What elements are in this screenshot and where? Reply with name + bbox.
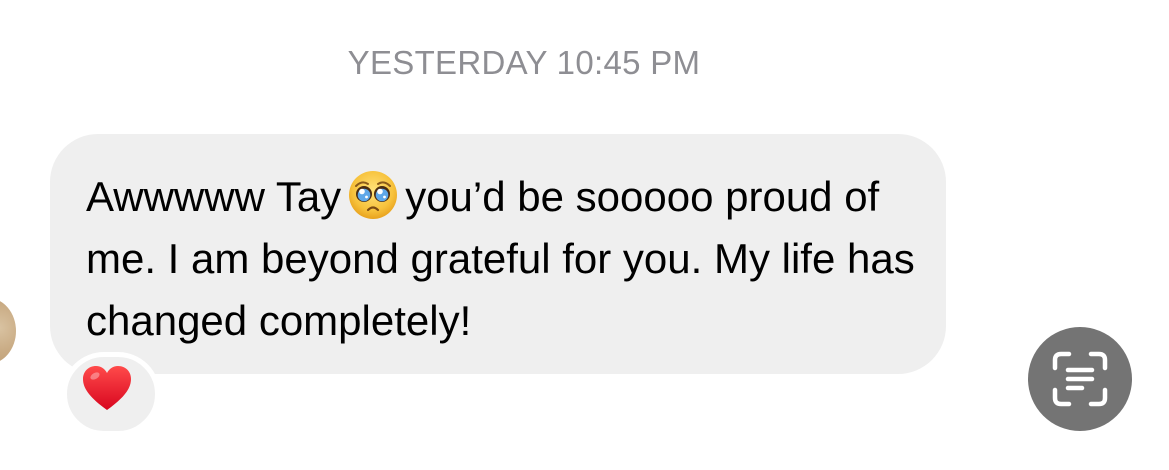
message-text: Awwwww Tay you’d be sooooo proud of me. … <box>86 166 926 352</box>
heart-reaction-icon <box>83 366 131 410</box>
message-timestamp: YESTERDAY 10:45 PM <box>347 44 701 81</box>
live-text-button[interactable] <box>1028 327 1132 431</box>
sender-avatar[interactable] <box>0 298 16 364</box>
text-scan-icon <box>1052 351 1108 407</box>
message-text-part1: Awwwww Tay <box>86 173 342 220</box>
pleading-face-emoji-icon <box>349 171 398 219</box>
conversation-screen: YESTERDAY 10:45 PM Awwwww Tay you’d be s… <box>0 0 1169 470</box>
